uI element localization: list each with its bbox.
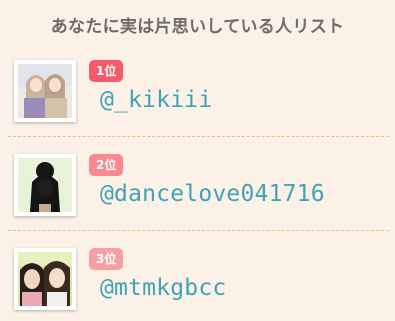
divider [8,230,389,231]
avatar[interactable] [14,248,76,310]
list-item[interactable]: 3位 @mtmkgbcc [0,248,395,318]
page-title: あなたに実は片思いしている人リスト [50,17,345,37]
username-link[interactable]: @dancelove041716 [100,181,325,207]
list-item[interactable]: 1位 @_kikiii [0,60,395,130]
avatar[interactable] [14,60,76,122]
username-link[interactable]: @_kikiii [100,87,212,113]
avatar[interactable] [14,154,76,216]
username-link[interactable]: @mtmkgbcc [100,275,226,301]
list-item[interactable]: 2位 @dancelove041716 [0,154,395,224]
divider [8,136,389,137]
rank-badge: 2位 [89,154,124,176]
rank-badge: 1位 [89,60,124,82]
rank-badge: 3位 [89,248,124,270]
